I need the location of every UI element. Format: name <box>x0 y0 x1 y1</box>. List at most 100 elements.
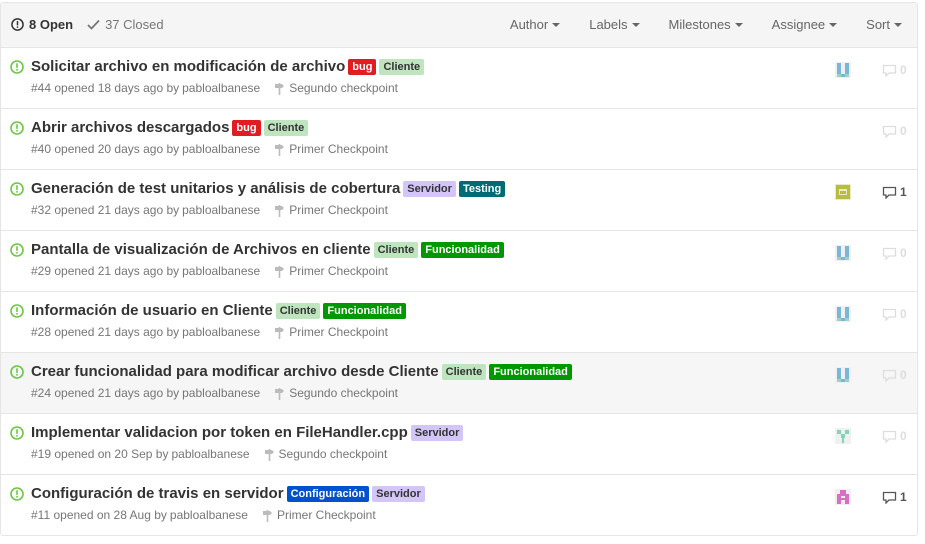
milestone-label: Primer Checkpoint <box>289 325 388 339</box>
milestone-link[interactable]: Primer Checkpoint <box>274 203 388 217</box>
milestone-link[interactable]: Primer Checkpoint <box>274 325 388 339</box>
open-issues-button[interactable]: 8 Open <box>11 17 73 32</box>
state-toggle: 8 Open 37 Closed <box>11 17 178 32</box>
labels-filter[interactable]: Labels <box>589 17 640 32</box>
issue-label[interactable]: Servidor <box>410 425 464 441</box>
issue-row[interactable]: Crear funcionalidad para modificar archi… <box>1 353 917 414</box>
issue-row[interactable]: Generación de test unitarios y análisis … <box>1 170 917 231</box>
issue-author-link[interactable]: pabloalbanese <box>182 81 260 95</box>
issue-label[interactable]: Cliente <box>263 120 309 136</box>
issue-title-link[interactable]: Generación de test unitarios y análisis … <box>31 178 400 200</box>
comments-link[interactable]: 1 <box>882 490 907 504</box>
closed-issues-button[interactable]: 37 Closed <box>87 17 164 32</box>
issue-title-link[interactable]: Crear funcionalidad para modificar archi… <box>31 361 439 383</box>
issue-label[interactable]: Funcionalidad <box>421 242 504 258</box>
issue-title-link[interactable]: Implementar validacion por token en File… <box>31 422 408 444</box>
issue-number-opened: #11 opened on 28 Aug by <box>31 508 167 522</box>
issue-author-link[interactable]: pabloalbanese <box>182 386 260 400</box>
milestone-icon <box>274 204 289 217</box>
issue-label[interactable]: bug <box>348 59 377 75</box>
issue-row[interactable]: Solicitar archivo en modificación de arc… <box>1 48 917 109</box>
assignee-avatar[interactable] <box>835 428 851 444</box>
comments-link[interactable]: 0 <box>882 246 907 260</box>
issue-author-link[interactable]: pabloalbanese <box>182 142 260 156</box>
comment-count: 0 <box>900 63 907 77</box>
issue-opened-icon <box>10 60 24 77</box>
comments-link[interactable]: 0 <box>882 307 907 321</box>
issue-label[interactable]: Servidor <box>403 181 456 197</box>
comments-link[interactable]: 0 <box>882 368 907 382</box>
issue-row[interactable]: Implementar validacion por token en File… <box>1 414 917 475</box>
issue-row[interactable]: Información de usuario en Cliente Cliente… <box>1 292 917 353</box>
issue-label[interactable]: Servidor <box>372 486 425 502</box>
milestone-icon <box>264 448 279 461</box>
issue-label[interactable]: Cliente <box>373 242 419 258</box>
issue-meta: #24 opened 21 days ago by pabloalbanese Se… <box>31 386 398 400</box>
issue-title-line: Solicitar archivo en modificación de arc… <box>31 56 425 78</box>
comment-icon <box>882 64 900 77</box>
check-icon <box>87 19 100 30</box>
author-filter[interactable]: Author <box>510 17 561 32</box>
issue-meta: #29 opened 21 days ago by pabloalbanese Pr… <box>31 264 388 278</box>
comment-icon <box>882 369 900 382</box>
assignee-avatar[interactable] <box>835 367 851 383</box>
caret-down-icon <box>552 23 561 27</box>
issue-author-link[interactable]: pabloalbanese <box>182 325 260 339</box>
issue-title-line: Abrir archivos descargados bug Cliente <box>31 117 309 139</box>
comment-count: 0 <box>900 124 907 138</box>
sort-filter[interactable]: Sort <box>866 17 902 32</box>
issue-label[interactable]: Cliente <box>275 303 321 319</box>
milestone-link[interactable]: Primer Checkpoint <box>274 264 388 278</box>
issue-opened-icon <box>10 243 24 260</box>
issue-label[interactable]: bug <box>232 120 261 136</box>
filter-bar: Author Labels Milestones Assignee Sort <box>510 17 917 32</box>
milestone-icon <box>274 326 289 339</box>
milestones-filter[interactable]: Milestones <box>669 17 743 32</box>
milestone-link[interactable]: Segundo checkpoint <box>274 81 398 95</box>
milestone-link[interactable]: Segundo checkpoint <box>274 386 398 400</box>
assignee-avatar[interactable] <box>835 62 851 78</box>
comments-link[interactable]: 0 <box>882 63 907 77</box>
issue-author-link[interactable]: pabloalbanese <box>182 203 260 217</box>
milestone-link[interactable]: Primer Checkpoint <box>262 508 376 522</box>
issue-title-line: Implementar validacion por token en File… <box>31 422 464 444</box>
milestone-label: Segundo checkpoint <box>289 81 398 95</box>
assignee-avatar[interactable] <box>835 489 851 505</box>
issue-row[interactable]: Abrir archivos descargados bug Cliente #40 … <box>1 109 917 170</box>
issue-row[interactable]: Pantalla de visualización de Archivos en… <box>1 231 917 292</box>
issue-author-link[interactable]: pabloalbanese <box>171 447 249 461</box>
issue-title-link[interactable]: Configuración de travis en servidor <box>31 483 284 505</box>
comments-link[interactable]: 0 <box>882 124 907 138</box>
comment-count: 0 <box>900 246 907 260</box>
issue-title-link[interactable]: Pantalla de visualización de Archivos en… <box>31 239 371 261</box>
issue-opened-icon <box>10 121 24 138</box>
comment-count: 1 <box>900 185 907 199</box>
milestone-label: Primer Checkpoint <box>276 508 376 522</box>
assignee-filter[interactable]: Assignee <box>772 17 838 32</box>
issue-label[interactable]: Configuración <box>286 486 370 502</box>
issue-label[interactable]: Funcionalidad <box>323 303 406 319</box>
issue-author-link[interactable]: pabloalbanese <box>182 264 260 278</box>
comment-count: 0 <box>900 429 907 443</box>
issue-opened-icon <box>10 487 24 504</box>
issue-label[interactable]: Cliente <box>379 59 425 75</box>
comments-link[interactable]: 1 <box>882 185 907 199</box>
issue-author-link[interactable]: pabloalbanese <box>170 508 248 522</box>
issue-number-opened: #40 opened 20 days ago by <box>31 142 180 156</box>
assignee-avatar[interactable] <box>835 184 851 200</box>
milestone-link[interactable]: Primer Checkpoint <box>274 142 388 156</box>
issue-number-opened: #32 opened 21 days ago by <box>31 203 180 217</box>
issue-label[interactable]: Cliente <box>441 364 487 380</box>
issue-title-link[interactable]: Solicitar archivo en modificación de arc… <box>31 56 345 78</box>
issue-label[interactable]: Funcionalidad <box>489 364 572 380</box>
milestone-link[interactable]: Segundo checkpoint <box>264 447 387 461</box>
assignee-avatar[interactable] <box>835 245 851 261</box>
assignee-avatar[interactable] <box>835 306 851 322</box>
issue-title-link[interactable]: Abrir archivos descargados <box>31 117 229 139</box>
issue-title-link[interactable]: Información de usuario en Cliente <box>31 300 273 322</box>
comments-link[interactable]: 0 <box>882 429 907 443</box>
issue-row[interactable]: Configuración de travis en servidor Confi… <box>1 475 917 535</box>
issue-label[interactable]: Testing <box>458 181 506 197</box>
milestone-label: Primer Checkpoint <box>289 264 388 278</box>
caret-down-icon <box>734 23 743 27</box>
